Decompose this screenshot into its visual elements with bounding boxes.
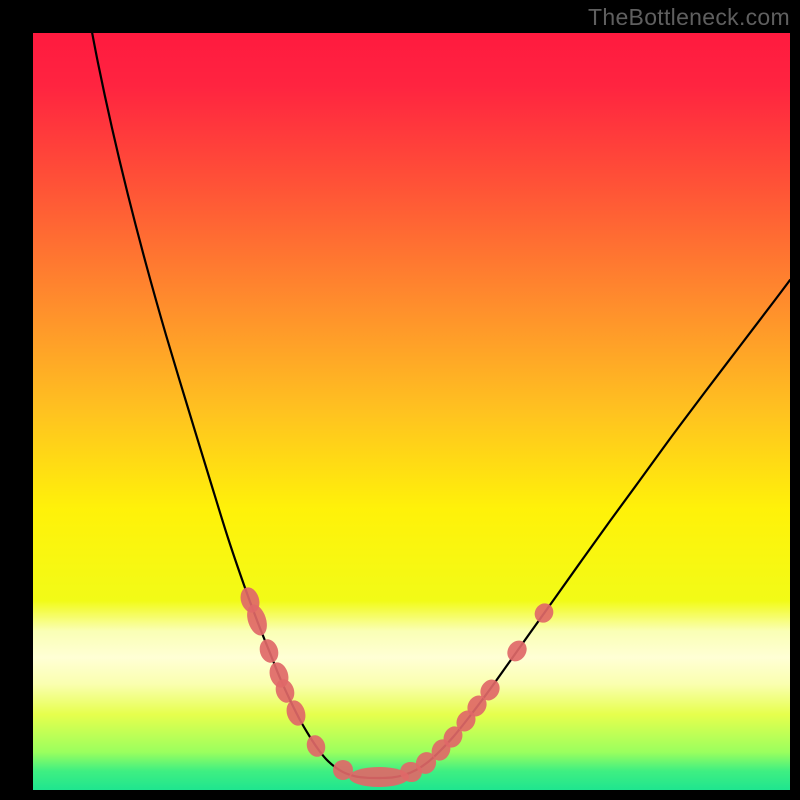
chart-svg — [0, 0, 800, 800]
chart-root: TheBottleneck.com — [0, 0, 800, 800]
gradient-background — [33, 33, 790, 790]
watermark-text: TheBottleneck.com — [588, 4, 790, 31]
marker-blob — [349, 767, 409, 787]
